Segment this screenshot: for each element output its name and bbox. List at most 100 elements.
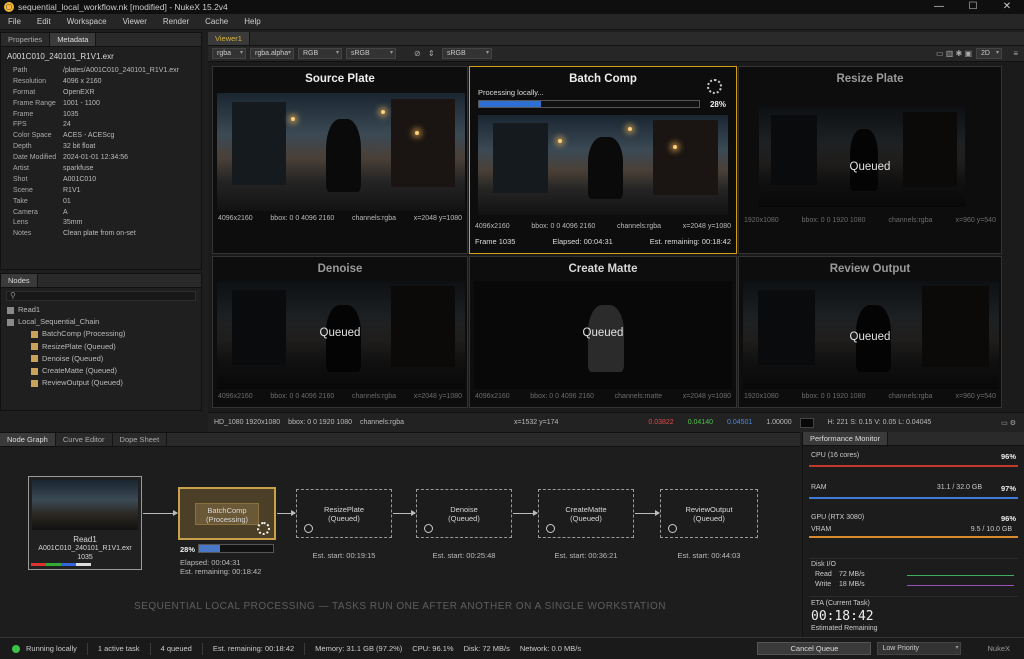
- window-title: sequential_local_workflow.nk [modified] …: [18, 2, 228, 12]
- tile-info: 1920x1080 bbox: 0 0 1920 1080 channels:rgb…: [744, 393, 996, 400]
- display-mode-dropdown[interactable]: RGB: [298, 48, 342, 59]
- queued-label: Queued: [582, 327, 624, 339]
- tab-viewer1[interactable]: Viewer1: [208, 32, 250, 45]
- lut-dropdown[interactable]: sRGB: [346, 48, 396, 59]
- properties-panel: Properties Metadata A001C010_240101_R1V1…: [0, 32, 202, 270]
- tile-create-matte[interactable]: Create Matte Queued 4096x2160 bbox: 0 0 4…: [469, 256, 737, 408]
- metadata-value: 35mm: [63, 219, 83, 227]
- viewer-menu-icon[interactable]: ≡: [1013, 49, 1018, 58]
- tab-nodes[interactable]: Nodes: [1, 274, 38, 287]
- green-value: 0.04140: [687, 419, 713, 426]
- output-lut-dropdown[interactable]: sRGB: [442, 48, 492, 59]
- tree-item-creatematte[interactable]: CreateMatte (Queued): [1, 365, 201, 377]
- close-button[interactable]: ✕: [990, 0, 1024, 14]
- viewer-expand-icons[interactable]: ▭ ⚙: [1001, 419, 1016, 427]
- denoise-node[interactable]: Denoise (Queued): [416, 489, 512, 538]
- plate-image: [759, 107, 965, 207]
- view-mode-dropdown[interactable]: 2D: [976, 48, 1002, 59]
- resizeplate-node[interactable]: ResizePlate (Queued): [296, 489, 392, 538]
- read-node-name: Read1: [73, 535, 97, 544]
- tab-properties[interactable]: Properties: [1, 33, 51, 46]
- progress-percent: 28%: [709, 100, 726, 109]
- menu-workspace[interactable]: Workspace: [59, 17, 115, 26]
- clock-icon: [424, 524, 433, 533]
- nuke-logo-icon: [4, 2, 14, 12]
- tile-batch-comp[interactable]: Batch Comp Processing locally... 28% 409…: [469, 66, 737, 254]
- reviewoutput-node[interactable]: ReviewOutput (Queued): [660, 489, 758, 538]
- tab-node-graph[interactable]: Node Graph: [0, 433, 56, 446]
- menu-help[interactable]: Help: [236, 17, 268, 26]
- metadata-row: Color Space ACES - ACEScg: [1, 131, 201, 142]
- menu-cache[interactable]: Cache: [197, 17, 236, 26]
- tree-item-reviewoutput[interactable]: ReviewOutput (Queued): [1, 377, 201, 389]
- cursor-readout: x=1532 y=174: [514, 419, 559, 426]
- viewer-panel: Viewer1 rgba rgba.alpha RGB sRGB ⊘ ⇕ sRG…: [208, 32, 1024, 432]
- node-icon: [31, 330, 38, 338]
- tab-performance-monitor[interactable]: Performance Monitor: [803, 432, 889, 445]
- workflow-caption: SEQUENTIAL LOCAL PROCESSING — TASKS RUN …: [134, 601, 666, 612]
- metadata-key: FPS: [13, 121, 27, 129]
- tree-item-resizeplate[interactable]: ResizePlate (Queued): [1, 341, 201, 353]
- tile-review-output[interactable]: Review Output Queued 1920x1080 bbox: 0 0 …: [738, 256, 1002, 408]
- read-node[interactable]: Read1 A001C010_240101_R1V1.exr 1035: [28, 476, 142, 570]
- node-remaining: Est. remaining: 00:18:42: [180, 567, 262, 576]
- tree-item-batchcomp[interactable]: BatchComp (Processing): [1, 328, 201, 340]
- metadata-key: Frame Range: [13, 99, 56, 107]
- metadata-row: Artist sparkfuse: [1, 164, 201, 175]
- tree-item-read1[interactable]: Read1: [1, 304, 201, 316]
- batchcomp-node[interactable]: BatchComp (Processing): [178, 487, 276, 540]
- processing-spinner-icon: [257, 522, 270, 535]
- plate-image: [217, 93, 465, 211]
- read-node-frame: 1035: [77, 554, 93, 561]
- menu-viewer[interactable]: Viewer: [115, 17, 155, 26]
- tile-denoise[interactable]: Denoise Queued 4096x2160 bbox: 0 0 4096 2…: [212, 256, 468, 408]
- priority-dropdown[interactable]: Low Priority: [877, 642, 962, 655]
- disk-write-graph: [907, 585, 1014, 586]
- gain-icon[interactable]: ⊘: [414, 49, 424, 58]
- maximize-button[interactable]: ☐: [956, 0, 990, 14]
- cancel-queue-button[interactable]: Cancel Queue: [757, 642, 872, 655]
- channels-dropdown[interactable]: rgba: [212, 48, 246, 59]
- metadata-row: Lens 35mm: [1, 218, 201, 229]
- channels-readout: channels:rgba: [360, 419, 404, 426]
- tab-dope-sheet[interactable]: Dope Sheet: [113, 433, 168, 446]
- disk-read-graph: [907, 575, 1014, 576]
- node-state: (Processing): [205, 515, 249, 524]
- metadata-row: FPS 24: [1, 120, 201, 131]
- tile-resize-plate[interactable]: Resize Plate Queued 1920x1080 bbox: 0 0 1…: [738, 66, 1002, 254]
- eta-value: 00:18:42: [811, 609, 874, 624]
- progress-bar: [478, 100, 700, 108]
- nodes-search-input[interactable]: ⚲: [6, 291, 196, 301]
- tile-title: Source Plate: [305, 73, 375, 85]
- title-bar: sequential_local_workflow.nk [modified] …: [0, 0, 1024, 14]
- alpha-dropdown[interactable]: rgba.alpha: [250, 48, 294, 59]
- memory-usage: Memory: 31.1 GB (97.2%): [315, 644, 403, 653]
- clock-icon: [668, 524, 677, 533]
- running-status: Running locally: [26, 644, 77, 653]
- viewer-options-icons[interactable]: ▭ ▥ ✱ ▣: [936, 49, 972, 58]
- menu-render[interactable]: Render: [155, 17, 197, 26]
- tab-metadata[interactable]: Metadata: [50, 33, 97, 46]
- menu-edit[interactable]: Edit: [29, 17, 59, 26]
- metadata-row: Frame Range 1001 - 1100: [1, 99, 201, 110]
- tree-item-denoise[interactable]: Denoise (Queued): [1, 353, 201, 365]
- active-tasks: 1 active task: [97, 644, 140, 653]
- compare-icon[interactable]: ⇕: [428, 49, 438, 58]
- node-icon: [31, 355, 38, 363]
- menu-file[interactable]: File: [0, 17, 29, 26]
- tile-title: Resize Plate: [836, 73, 904, 85]
- processing-status: Processing locally...: [478, 88, 544, 97]
- metadata-key: Color Space: [13, 132, 52, 140]
- node-icon: [31, 379, 38, 387]
- metadata-key: Format: [13, 88, 36, 96]
- metadata-row: Depth 32 bit float: [1, 142, 201, 153]
- tile-source-plate[interactable]: Source Plate 4096x2160 bbox: 0 0 4096 216…: [212, 66, 468, 254]
- tree-item-chain[interactable]: Local_Sequential_Chain: [1, 316, 201, 328]
- tab-curve-editor[interactable]: Curve Editor: [56, 433, 113, 446]
- creatematte-node[interactable]: CreateMatte (Queued): [538, 489, 634, 538]
- node-icon: [31, 343, 38, 351]
- minimize-button[interactable]: —: [922, 0, 956, 14]
- metadata-value: OpenEXR: [63, 88, 95, 96]
- performance-monitor-panel: Performance Monitor CPU (16 cores) 96% R…: [802, 432, 1024, 637]
- read-thumbnail: [32, 480, 138, 530]
